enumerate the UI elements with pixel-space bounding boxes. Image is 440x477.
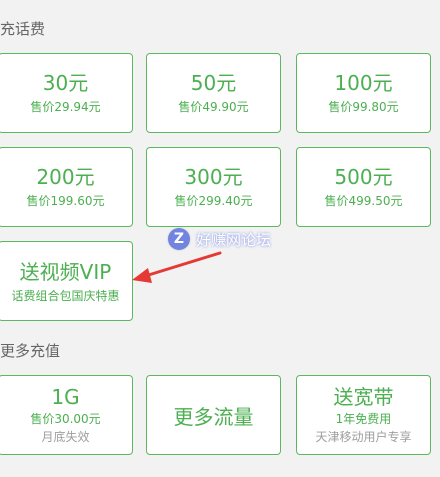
recharge-price: 售价499.50元 [324, 194, 403, 208]
broadband-card[interactable]: 送宽带 1年免费用 天津移动用户专享 [296, 375, 431, 455]
vip-subtitle: 话费组合包国庆特惠 [11, 288, 120, 303]
recharge-option-100[interactable]: 100元 售价99.80元 [296, 53, 431, 133]
data-1g-note: 月底失效 [41, 430, 90, 444]
data-1g-title: 1G [51, 385, 80, 409]
watermark-text: 好赚网论坛 [196, 230, 272, 249]
data-1g-card[interactable]: 1G 售价30.00元 月底失效 [0, 375, 133, 455]
recharge-amount: 200元 [36, 165, 95, 189]
broadband-line2: 天津移动用户专享 [315, 430, 412, 444]
recharge-option-50[interactable]: 50元 售价49.90元 [146, 53, 281, 133]
recharge-amount: 30元 [42, 71, 89, 95]
broadband-title: 送宽带 [333, 385, 394, 409]
broadband-line1: 1年免费用 [335, 412, 392, 426]
recharge-price: 售价49.90元 [178, 100, 249, 114]
watermark: Z 好赚网论坛 [168, 228, 271, 250]
vip-title: 送视频VIP [19, 259, 112, 284]
recharge-option-300[interactable]: 300元 售价299.40元 [146, 147, 281, 227]
recharge-option-30[interactable]: 30元 售价29.94元 [0, 53, 133, 133]
section-title-more: 更多充值 [0, 342, 61, 360]
watermark-logo-icon: Z [168, 228, 190, 250]
section-title-recharge: 充话费 [0, 20, 46, 38]
recharge-amount: 300元 [184, 165, 243, 189]
more-data-card[interactable]: 更多流量 [146, 375, 281, 455]
recharge-option-200[interactable]: 200元 售价199.60元 [0, 147, 133, 227]
red-arrow-icon [132, 251, 222, 283]
recharge-amount: 50元 [190, 71, 237, 95]
video-vip-bundle-card[interactable]: 送视频VIP 话费组合包国庆特惠 [0, 241, 133, 321]
recharge-price: 售价29.94元 [30, 100, 101, 114]
recharge-amount: 500元 [334, 165, 393, 189]
recharge-price: 售价299.40元 [174, 194, 253, 208]
recharge-amount: 100元 [334, 71, 393, 95]
recharge-option-500[interactable]: 500元 售价499.50元 [296, 147, 431, 227]
recharge-price: 售价199.60元 [26, 194, 105, 208]
recharge-price: 售价99.80元 [328, 100, 399, 114]
data-1g-price: 售价30.00元 [30, 412, 101, 426]
more-data-title: 更多流量 [173, 404, 254, 429]
